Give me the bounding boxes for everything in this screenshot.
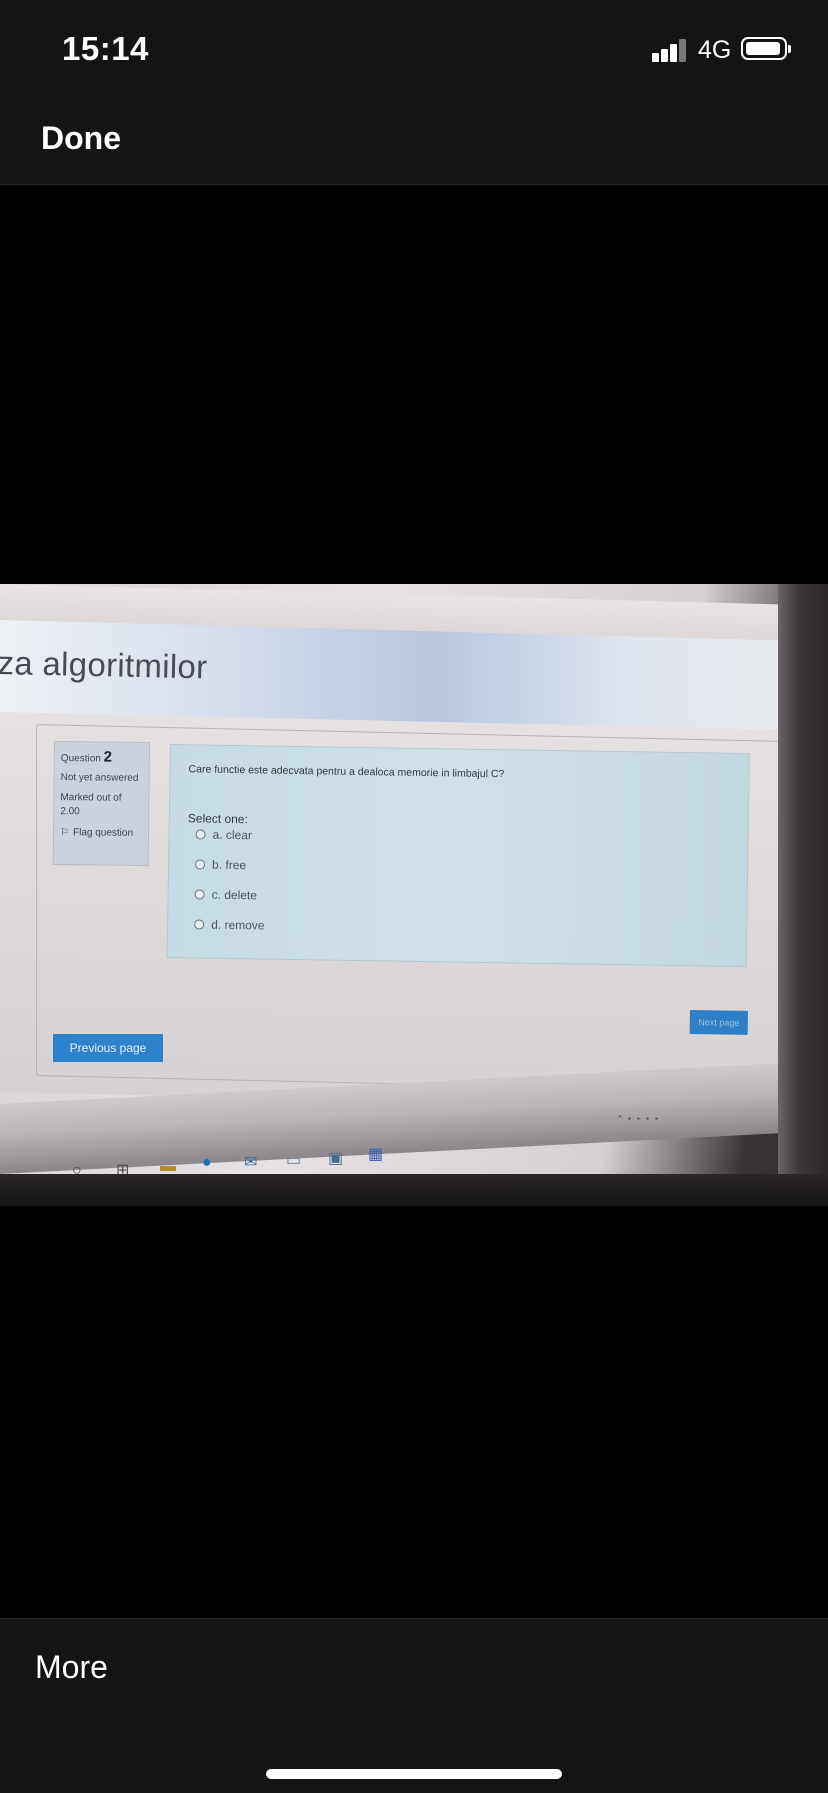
flag-icon: ⚐ [59, 827, 70, 839]
monitor-bezel [778, 584, 828, 1206]
bottom-toolbar: More [0, 1618, 828, 1793]
status-time: 15:14 [62, 30, 149, 67]
more-button[interactable]: More [35, 1649, 108, 1686]
select-one-label: Select one: [187, 811, 248, 827]
network-type: 4G [698, 36, 732, 64]
signal-icon [652, 38, 688, 62]
next-page-button[interactable]: Next page [689, 1010, 748, 1035]
question-marks: Marked out of 2.00 [60, 792, 122, 818]
monitor-bottom-bezel [0, 1174, 828, 1206]
done-button[interactable]: Done [41, 120, 121, 157]
option-label: c. delete [211, 887, 258, 903]
question-number-line: Question 2 [61, 748, 143, 766]
radio-icon[interactable] [195, 829, 206, 840]
question-text: Care functie este adecvata pentru a deal… [188, 763, 505, 781]
option-label: a. clear [212, 827, 253, 843]
option-d[interactable]: d. remove [194, 917, 265, 933]
option-b[interactable]: b. free [195, 857, 246, 872]
question-label: Question [60, 753, 101, 765]
previous-page-button[interactable]: Previous page [53, 1034, 163, 1062]
system-tray-icon: ^ ▪ ▪ ▪ ▪ [618, 1114, 660, 1123]
mail-icon[interactable]: ✉ [244, 1152, 257, 1172]
radio-icon[interactable] [194, 919, 205, 930]
app-icon[interactable]: ▦ [368, 1144, 383, 1164]
radio-icon[interactable] [195, 859, 206, 870]
flag-question-link[interactable]: ⚐ Flag question [60, 827, 142, 839]
option-label: b. free [211, 857, 247, 873]
option-a[interactable]: a. clear [195, 827, 252, 842]
home-indicator[interactable] [266, 1769, 562, 1779]
option-c[interactable]: c. delete [194, 887, 258, 903]
question-info-box: Question 2 Not yet answered Marked out o… [52, 741, 150, 866]
battery-icon [741, 37, 791, 60]
flag-question-label: Flag question [72, 827, 134, 839]
question-state: Not yet answered [60, 772, 139, 784]
nav-bar: Done [0, 92, 828, 185]
question-box: Care functie este adecvata pentru a deal… [166, 744, 750, 968]
status-bar: 15:14 4G [0, 0, 828, 92]
radio-icon[interactable] [194, 889, 205, 900]
app-icon[interactable]: ▣ [328, 1148, 343, 1168]
question-number: 2 [103, 748, 113, 766]
photo-viewer-image: za algoritmilor Question 2 Not yet answe… [0, 584, 828, 1206]
option-label: d. remove [211, 917, 265, 933]
app-icon[interactable]: ▭ [286, 1150, 301, 1170]
edge-browser-icon[interactable]: ● [202, 1154, 212, 1172]
course-title: za algoritmilor [0, 644, 208, 686]
